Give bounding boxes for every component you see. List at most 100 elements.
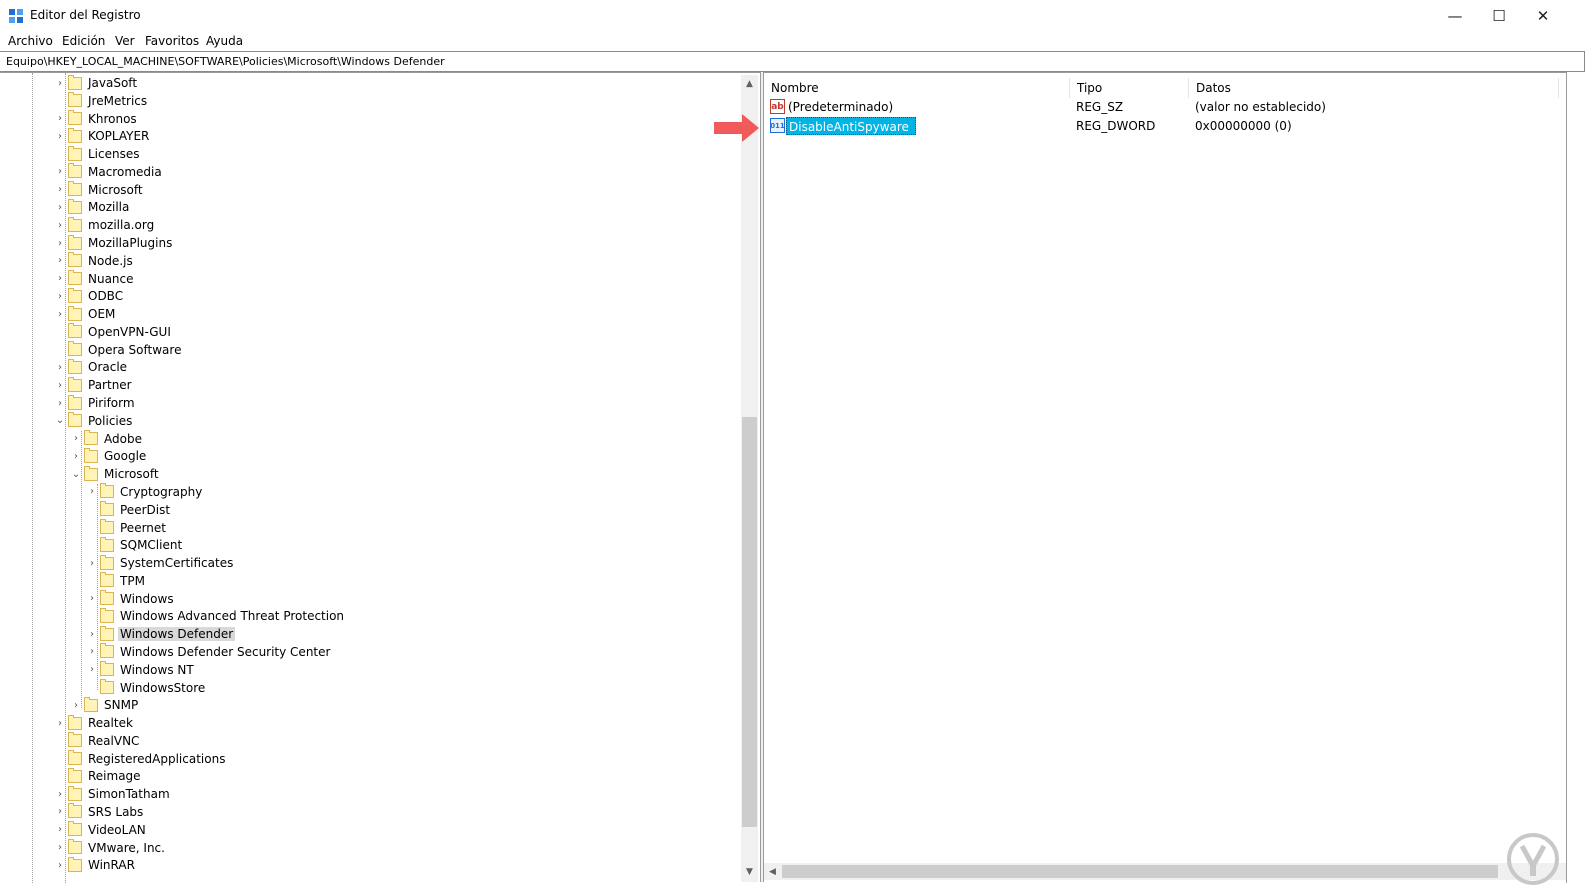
- folder-icon: [68, 750, 82, 766]
- expand-chevron-icon[interactable]: ›: [52, 163, 68, 181]
- expand-chevron-icon[interactable]: ›: [84, 643, 100, 661]
- tree-item[interactable]: › Windows Defender: [84, 625, 236, 643]
- expand-chevron-icon[interactable]: ›: [52, 376, 68, 394]
- tree-item[interactable]: OpenVPN-GUI: [52, 323, 173, 341]
- tree-item[interactable]: › JavaSoft: [52, 74, 139, 92]
- scroll-thumb[interactable]: [782, 865, 1498, 878]
- tree-item[interactable]: › Oracle: [52, 358, 129, 376]
- menu-archivo[interactable]: Archivo: [8, 34, 53, 48]
- tree-item[interactable]: › Windows NT: [84, 661, 196, 679]
- tree-item[interactable]: Opera Software: [52, 341, 183, 359]
- tree-item[interactable]: › mozilla.org: [52, 216, 156, 234]
- tree-item[interactable]: › Microsoft: [52, 181, 145, 199]
- tree-item[interactable]: Reimage: [52, 767, 143, 785]
- expand-chevron-icon[interactable]: ›: [52, 270, 68, 288]
- expand-chevron-icon[interactable]: ›: [84, 625, 100, 643]
- tree-item[interactable]: › Nuance: [52, 270, 136, 288]
- tree-item[interactable]: Windows Advanced Threat Protection: [84, 607, 346, 625]
- expand-chevron-icon[interactable]: ›: [68, 430, 84, 448]
- expand-chevron-icon[interactable]: ›: [84, 590, 100, 608]
- tree-item[interactable]: › WinRAR: [52, 856, 137, 874]
- expand-chevron-icon[interactable]: ›: [84, 661, 100, 679]
- expand-chevron-icon[interactable]: ›: [52, 181, 68, 199]
- expand-chevron-icon[interactable]: ›: [68, 447, 84, 465]
- collapse-chevron-icon[interactable]: ⌄: [68, 465, 84, 483]
- tree-item[interactable]: › Macromedia: [52, 163, 164, 181]
- tree-item[interactable]: › OEM: [52, 305, 117, 323]
- tree-item[interactable]: › MozillaPlugins: [52, 234, 174, 252]
- expand-chevron-icon[interactable]: ›: [52, 252, 68, 270]
- tree-item[interactable]: › SNMP: [68, 696, 140, 714]
- tree-item[interactable]: › Cryptography: [84, 483, 204, 501]
- tree-item[interactable]: TPM: [84, 572, 147, 590]
- expand-chevron-icon[interactable]: ›: [84, 554, 100, 572]
- expand-chevron-icon[interactable]: ›: [52, 358, 68, 376]
- tree-item[interactable]: › VideoLAN: [52, 821, 148, 839]
- tree-item[interactable]: › VMware, Inc.: [52, 839, 167, 857]
- tree-item[interactable]: Licenses: [52, 145, 142, 163]
- expand-chevron-icon[interactable]: ›: [84, 483, 100, 501]
- tree-vertical-scrollbar[interactable]: ▲ ▼: [741, 75, 758, 882]
- menu-edicion[interactable]: Edición: [62, 34, 105, 48]
- tree-item[interactable]: › Adobe: [68, 430, 144, 448]
- expand-chevron-icon[interactable]: ›: [52, 74, 68, 92]
- expand-chevron-icon[interactable]: ›: [52, 234, 68, 252]
- tree-item[interactable]: SQMClient: [84, 536, 184, 554]
- tree-item[interactable]: › Windows: [84, 590, 176, 608]
- expand-chevron-icon[interactable]: ›: [68, 696, 84, 714]
- tree-item[interactable]: PeerDist: [84, 501, 172, 519]
- tree-item[interactable]: › ODBC: [52, 287, 125, 305]
- collapse-chevron-icon[interactable]: ⌄: [52, 412, 68, 430]
- expand-chevron-icon[interactable]: ›: [52, 821, 68, 839]
- tree-item[interactable]: WindowsStore: [84, 679, 207, 697]
- scroll-thumb[interactable]: [742, 417, 757, 827]
- expand-chevron-icon[interactable]: ›: [52, 714, 68, 732]
- expand-chevron-icon[interactable]: ›: [52, 110, 68, 128]
- scroll-down-icon[interactable]: ▼: [741, 863, 758, 880]
- tree-item[interactable]: › KOPLAYER: [52, 127, 151, 145]
- close-button[interactable]: ✕: [1520, 0, 1566, 31]
- tree-item[interactable]: RegisteredApplications: [52, 750, 227, 768]
- tree-item[interactable]: › SRS Labs: [52, 803, 145, 821]
- tree-item[interactable]: RealVNC: [52, 732, 141, 750]
- folder-icon: [100, 554, 114, 570]
- scroll-up-icon[interactable]: ▲: [741, 75, 758, 92]
- tree-item[interactable]: › SystemCertificates: [84, 554, 235, 572]
- tree-item[interactable]: › Windows Defender Security Center: [84, 643, 332, 661]
- tree-item[interactable]: › Node.js: [52, 252, 135, 270]
- expand-chevron-icon[interactable]: ›: [52, 785, 68, 803]
- column-header-nombre[interactable]: Nombre: [764, 78, 1070, 98]
- tree-item[interactable]: › Partner: [52, 376, 134, 394]
- column-header-tipo[interactable]: Tipo: [1070, 78, 1189, 98]
- minimize-button[interactable]: —: [1432, 0, 1478, 31]
- maximize-button[interactable]: ☐: [1476, 0, 1522, 31]
- list-horizontal-scrollbar[interactable]: ◀: [764, 863, 1566, 880]
- tree-item[interactable]: ⌄ Microsoft: [68, 465, 161, 483]
- value-row[interactable]: 011 DisableAntiSpyware REG_DWORD 0x00000…: [768, 117, 1558, 135]
- tree-item[interactable]: › SimonTatham: [52, 785, 172, 803]
- address-bar[interactable]: Equipo\HKEY_LOCAL_MACHINE\SOFTWARE\Polic…: [0, 51, 1585, 72]
- menu-ver[interactable]: Ver: [115, 34, 135, 48]
- expand-chevron-icon[interactable]: ›: [52, 803, 68, 821]
- value-row[interactable]: ab (Predeterminado) REG_SZ (valor no est…: [768, 98, 1558, 116]
- expand-chevron-icon[interactable]: ›: [52, 198, 68, 216]
- tree-item[interactable]: › Khronos: [52, 110, 139, 128]
- tree-item[interactable]: › Piriform: [52, 394, 137, 412]
- menu-favoritos[interactable]: Favoritos: [145, 34, 199, 48]
- expand-chevron-icon[interactable]: ›: [52, 856, 68, 874]
- tree-item[interactable]: › Mozilla: [52, 198, 131, 216]
- expand-chevron-icon[interactable]: ›: [52, 839, 68, 857]
- tree-item[interactable]: Peernet: [84, 519, 168, 537]
- tree-item[interactable]: › Realtek: [52, 714, 135, 732]
- expand-chevron-icon[interactable]: ›: [52, 305, 68, 323]
- menu-ayuda[interactable]: Ayuda: [206, 34, 243, 48]
- column-header-datos[interactable]: Datos: [1189, 78, 1559, 98]
- expand-chevron-icon[interactable]: ›: [52, 127, 68, 145]
- tree-item[interactable]: JreMetrics: [52, 92, 149, 110]
- expand-chevron-icon[interactable]: ›: [52, 394, 68, 412]
- expand-chevron-icon[interactable]: ›: [52, 216, 68, 234]
- tree-item[interactable]: ⌄ Policies: [52, 412, 134, 430]
- expand-chevron-icon[interactable]: ›: [52, 287, 68, 305]
- tree-item[interactable]: › Google: [68, 447, 148, 465]
- scroll-left-icon[interactable]: ◀: [764, 863, 781, 880]
